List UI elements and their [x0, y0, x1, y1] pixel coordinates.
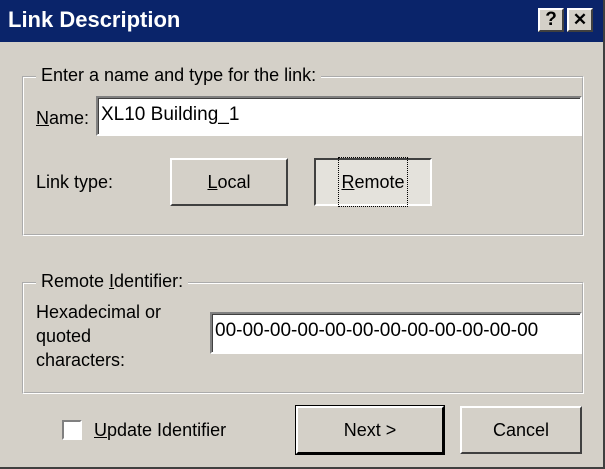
name-label: Name:: [36, 108, 90, 128]
help-icon: ?: [545, 9, 557, 30]
local-button[interactable]: Local: [170, 158, 288, 206]
title-bar[interactable]: Link Description ? ✕: [0, 0, 603, 42]
identifier-input[interactable]: 00-00-00-00-00-00-00-00-00-00-00-00: [210, 312, 582, 354]
remote-button[interactable]: Remote: [314, 157, 432, 207]
name-input[interactable]: XL10 Building_1: [96, 96, 582, 136]
close-button[interactable]: ✕: [567, 8, 593, 32]
update-identifier-label[interactable]: Update Identifier: [94, 418, 226, 442]
next-button[interactable]: Next >: [296, 406, 444, 454]
hex-label-line2: quoted: [36, 326, 92, 346]
remote-identifier-legend: Remote Identifier:: [36, 271, 189, 292]
cancel-button[interactable]: Cancel: [460, 406, 582, 454]
link-description-dialog: Link Description ? ✕ Enter a name and ty…: [0, 0, 605, 469]
help-button[interactable]: ?: [538, 8, 564, 32]
hex-label-line3: characters:: [36, 350, 126, 370]
update-identifier-checkbox[interactable]: [62, 420, 82, 440]
close-icon: ✕: [572, 10, 588, 29]
window-title: Link Description: [8, 7, 181, 32]
hex-label-line1: Hexadecimal or: [36, 302, 162, 322]
link-type-label: Link type:: [36, 172, 114, 192]
link-group-legend: Enter a name and type for the link:: [36, 65, 322, 86]
